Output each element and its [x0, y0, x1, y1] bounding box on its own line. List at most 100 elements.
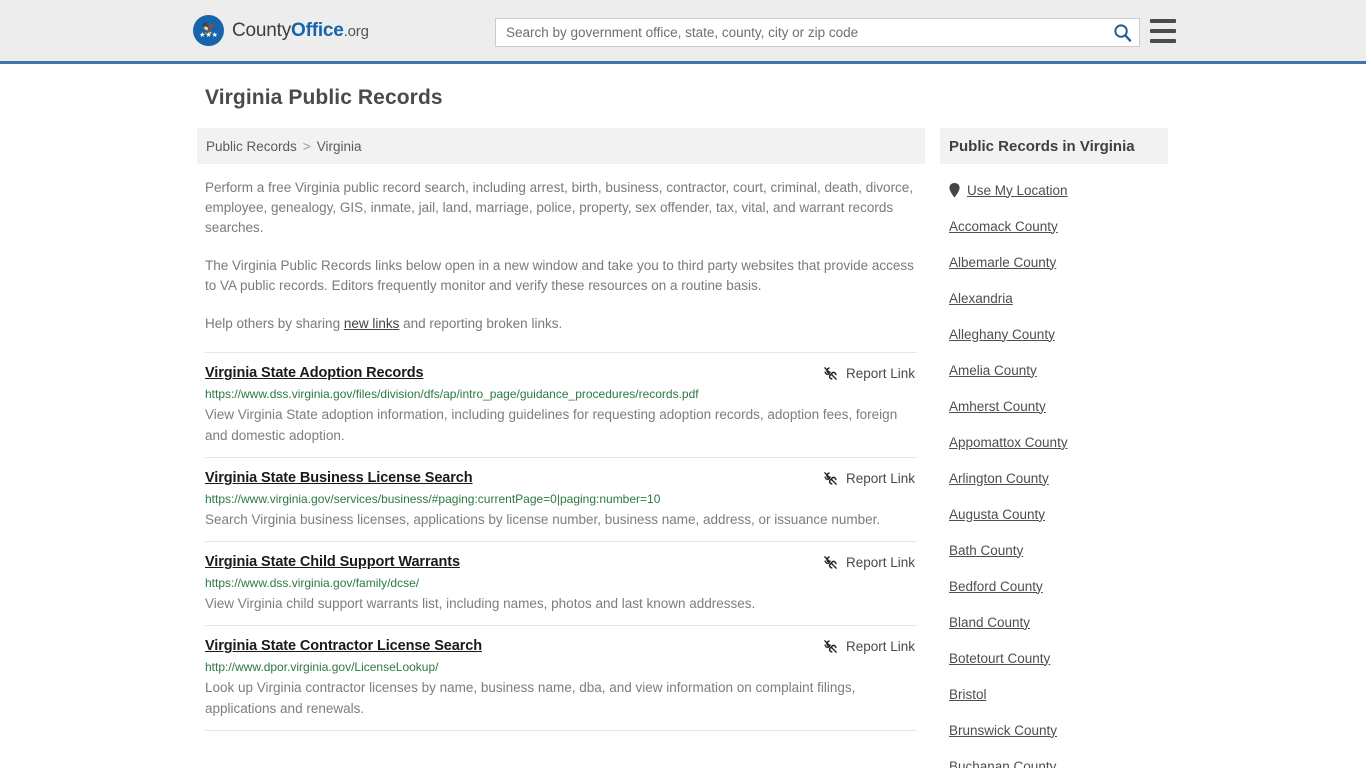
- hamburger-menu-icon[interactable]: [1150, 19, 1176, 43]
- new-links-link[interactable]: new links: [344, 316, 400, 331]
- record-item: Virginia State Adoption Records Report L…: [205, 352, 917, 457]
- report-link-button[interactable]: Report Link: [823, 471, 917, 486]
- record-title-link[interactable]: Virginia State Contractor License Search: [205, 638, 482, 654]
- record-url[interactable]: https://www.dss.virginia.gov/files/divis…: [205, 387, 917, 401]
- page-title: Virginia Public Records: [205, 86, 443, 109]
- sidebar-item-augusta-county[interactable]: Augusta County: [949, 496, 1168, 532]
- broken-link-icon: [824, 367, 837, 380]
- brand-wordmark: CountyOffice.org: [232, 20, 369, 42]
- sidebar-item-amherst-county[interactable]: Amherst County: [949, 388, 1168, 424]
- sidebar-link[interactable]: Arlington County: [949, 471, 1049, 486]
- intro-section: Perform a free Virginia public record se…: [197, 164, 925, 334]
- sidebar-link[interactable]: Amherst County: [949, 399, 1046, 414]
- broken-link-icon: [824, 640, 837, 653]
- brand-county: County: [232, 19, 292, 41]
- intro-paragraph-2: The Virginia Public Records links below …: [205, 258, 914, 293]
- sidebar-item-amelia-county[interactable]: Amelia County: [949, 352, 1168, 388]
- record-title-link[interactable]: Virginia State Adoption Records: [205, 365, 424, 381]
- intro-p3-before: Help others by sharing: [205, 316, 344, 331]
- record-item: Virginia State Contractor License Search…: [205, 625, 917, 730]
- brand-office: Office: [291, 19, 344, 41]
- intro-paragraph-3: Help others by sharing new links and rep…: [205, 314, 917, 334]
- eagle-seal-logo-icon: 🦅 ★★★: [193, 15, 224, 46]
- sidebar-link[interactable]: Bristol: [949, 687, 987, 702]
- sidebar-item-alleghany-county[interactable]: Alleghany County: [949, 316, 1168, 352]
- search-button[interactable]: [1105, 19, 1139, 46]
- record-url[interactable]: https://www.dss.virginia.gov/family/dcse…: [205, 576, 917, 590]
- sidebar-item-bath-county[interactable]: Bath County: [949, 532, 1168, 568]
- hamburger-bar: [1150, 39, 1176, 43]
- sidebar-link[interactable]: Botetourt County: [949, 651, 1050, 666]
- record-title-link[interactable]: Virginia State Business License Search: [205, 470, 473, 486]
- sidebar-link[interactable]: Bath County: [949, 543, 1023, 558]
- sidebar-item-bristol[interactable]: Bristol: [949, 676, 1168, 712]
- record-description: Look up Virginia contractor licenses by …: [205, 680, 856, 716]
- sidebar-item-buchanan-county[interactable]: Buchanan County: [949, 748, 1168, 768]
- report-link-button[interactable]: Report Link: [823, 366, 917, 381]
- brand-org: .org: [343, 22, 369, 40]
- sidebar-item-botetourt-county[interactable]: Botetourt County: [949, 640, 1168, 676]
- sidebar: Public Records in Virginia Use My Locati…: [940, 128, 1168, 768]
- record-description: Search Virginia business licenses, appli…: [205, 512, 881, 527]
- report-link-button[interactable]: Report Link: [823, 555, 917, 570]
- report-link-label: Report Link: [845, 366, 915, 381]
- sidebar-link[interactable]: Brunswick County: [949, 723, 1057, 738]
- sidebar-link[interactable]: Use My Location: [967, 183, 1068, 198]
- sidebar-link[interactable]: Albemarle County: [949, 255, 1056, 270]
- broken-link-icon: [824, 472, 837, 485]
- report-link-label: Report Link: [845, 471, 915, 486]
- sidebar-link[interactable]: Bland County: [949, 615, 1030, 630]
- record-header: Virginia State Business License Search R…: [205, 470, 917, 486]
- record-item: Virginia State Business License Search R…: [205, 457, 917, 541]
- sidebar-item-arlington-county[interactable]: Arlington County: [949, 460, 1168, 496]
- record-url[interactable]: http://www.dpor.virginia.gov/LicenseLook…: [205, 660, 917, 674]
- sidebar-link[interactable]: Augusta County: [949, 507, 1045, 522]
- breadcrumb: Public Records > Virginia: [197, 128, 925, 164]
- sidebar-link[interactable]: Alexandria: [949, 291, 1013, 306]
- record-item: Virginia State Child Support Warrants Re…: [205, 541, 917, 625]
- record-title-link[interactable]: Virginia State Child Support Warrants: [205, 554, 460, 570]
- sidebar-link[interactable]: Buchanan County: [949, 759, 1056, 768]
- sidebar-link[interactable]: Appomattox County: [949, 435, 1068, 450]
- broken-link-icon: [824, 556, 837, 569]
- record-url[interactable]: https://www.virginia.gov/services/busine…: [205, 492, 917, 506]
- sidebar-item-brunswick-county[interactable]: Brunswick County: [949, 712, 1168, 748]
- search-icon: [1113, 24, 1131, 42]
- record-description: View Virginia State adoption information…: [205, 407, 898, 443]
- record-header: Virginia State Contractor License Search…: [205, 638, 917, 654]
- sidebar-item-appomattox-county[interactable]: Appomattox County: [949, 424, 1168, 460]
- site-logo[interactable]: 🦅 ★★★ CountyOffice.org: [193, 15, 369, 46]
- report-link-button[interactable]: Report Link: [823, 639, 917, 654]
- sidebar-item-use-my-location[interactable]: Use My Location: [949, 172, 1168, 208]
- sidebar-item-accomack-county[interactable]: Accomack County: [949, 208, 1168, 244]
- page-body: Virginia Public Records Public Records >…: [0, 64, 1366, 768]
- search-bar: [495, 18, 1140, 47]
- record-description: View Virginia child support warrants lis…: [205, 596, 756, 611]
- sidebar-item-bland-county[interactable]: Bland County: [949, 604, 1168, 640]
- sidebar-link[interactable]: Accomack County: [949, 219, 1058, 234]
- hamburger-bar: [1150, 19, 1176, 23]
- records-list: Virginia State Adoption Records Report L…: [197, 352, 925, 731]
- sidebar-item-albemarle-county[interactable]: Albemarle County: [949, 244, 1168, 280]
- record-header: Virginia State Child Support Warrants Re…: [205, 554, 917, 570]
- site-header: 🦅 ★★★ CountyOffice.org: [0, 0, 1366, 64]
- sidebar-list: Use My Location Accomack County Albemarl…: [940, 164, 1168, 768]
- breadcrumb-item-public-records[interactable]: Public Records: [206, 139, 297, 154]
- record-header: Virginia State Adoption Records Report L…: [205, 365, 917, 381]
- content-columns: Public Records > Virginia Perform a free…: [197, 128, 1180, 768]
- location-pin-icon: [949, 182, 960, 198]
- report-link-label: Report Link: [845, 555, 915, 570]
- sidebar-link[interactable]: Bedford County: [949, 579, 1043, 594]
- sidebar-link[interactable]: Alleghany County: [949, 327, 1055, 342]
- breadcrumb-separator: >: [302, 138, 311, 154]
- intro-paragraph-1: Perform a free Virginia public record se…: [205, 180, 914, 235]
- intro-p3-after: and reporting broken links.: [399, 316, 563, 331]
- sidebar-item-bedford-county[interactable]: Bedford County: [949, 568, 1168, 604]
- search-input[interactable]: [496, 19, 1105, 46]
- sidebar-item-alexandria[interactable]: Alexandria: [949, 280, 1168, 316]
- record-item-divider: [205, 730, 917, 731]
- report-link-label: Report Link: [845, 639, 915, 654]
- main-content: Public Records > Virginia Perform a free…: [197, 128, 925, 731]
- hamburger-bar: [1150, 29, 1176, 33]
- sidebar-link[interactable]: Amelia County: [949, 363, 1037, 378]
